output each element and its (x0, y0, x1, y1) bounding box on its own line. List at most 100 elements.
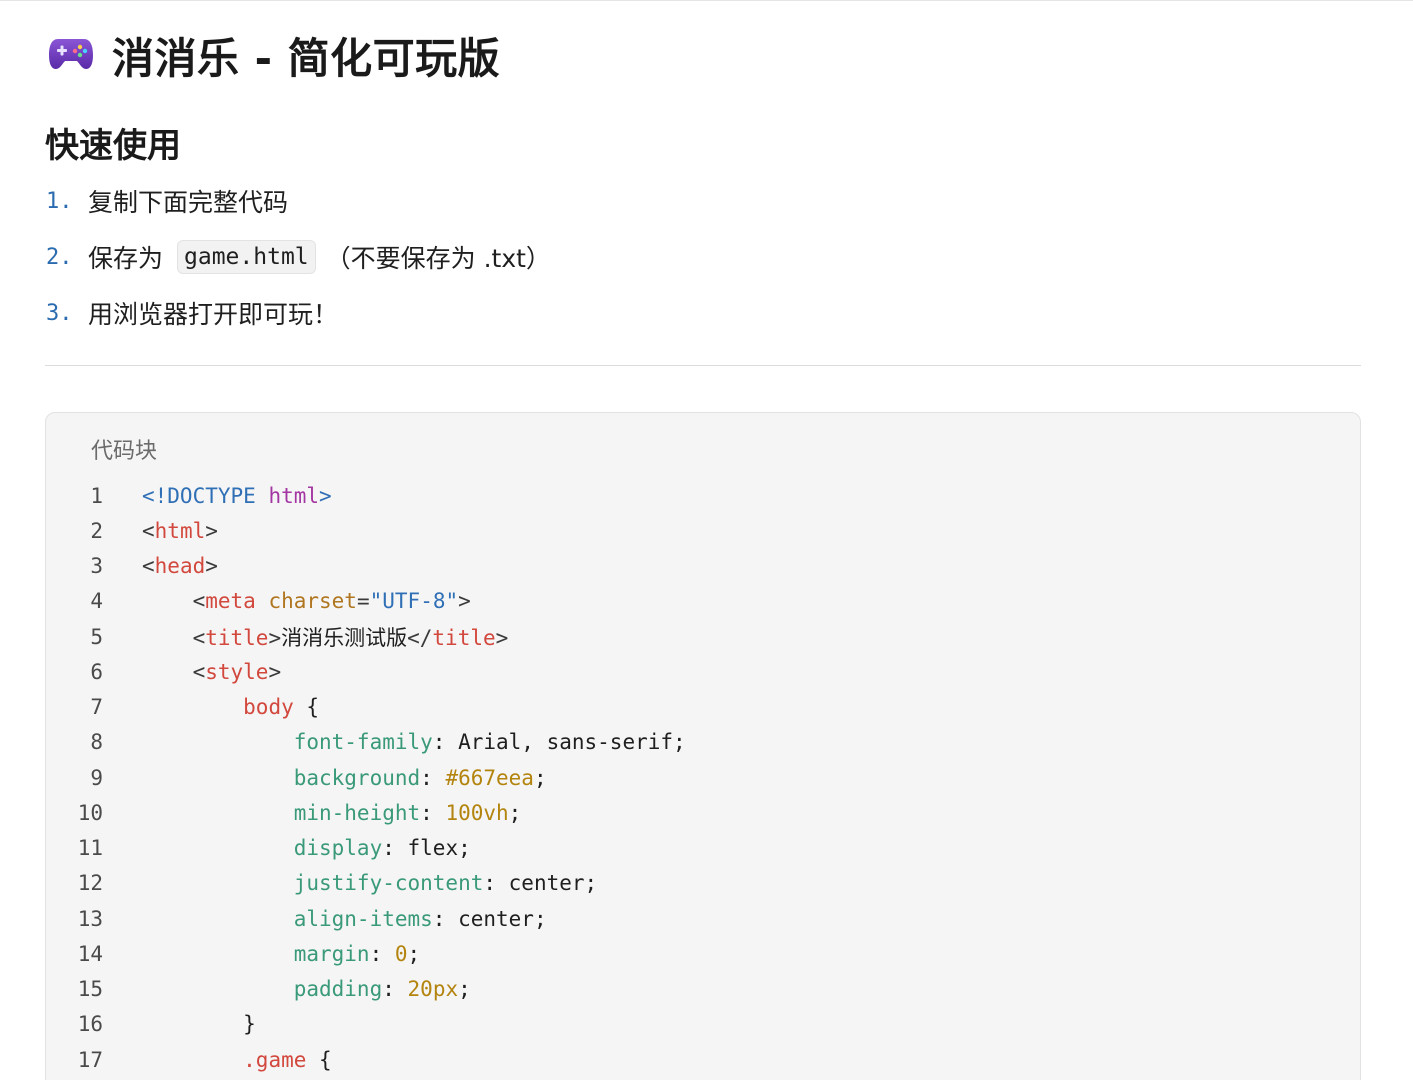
code-token: ; (407, 941, 421, 966)
code-token: charset (268, 589, 357, 614)
code-text: display: flex; (142, 836, 471, 860)
section-heading: 快速使用 (45, 126, 181, 166)
line-number: 5 (90, 624, 103, 649)
code-token: { (306, 1047, 332, 1072)
code-text: font-family: Arial, sans-serif; (142, 730, 686, 754)
code-line: 12 justify-content: center; (46, 866, 1360, 901)
code-text: <meta charset="UTF-8"> (142, 589, 471, 613)
code-line: 14 margin: 0; (46, 936, 1360, 971)
code-token: > (458, 589, 471, 614)
divider (45, 365, 1361, 366)
code-token: font-family (293, 730, 433, 755)
line-number: 14 (77, 941, 103, 966)
step-text: 保存为 (88, 244, 164, 273)
code-token: style (205, 659, 269, 684)
step-number: 3. (46, 300, 73, 326)
line-number: 4 (90, 589, 103, 614)
code-token: < (192, 589, 206, 614)
code-token: > (319, 483, 332, 508)
code-token: padding (293, 977, 383, 1002)
line-number: 8 (90, 730, 103, 755)
code-token: : Arial, sans-serif; (432, 730, 686, 755)
code-text: align-items: center; (142, 907, 547, 931)
code-token: > (205, 518, 218, 543)
code-line: 15 padding: 20px; (46, 972, 1360, 1007)
code-text: margin: 0; (142, 942, 420, 966)
game-controller-icon (48, 35, 94, 75)
code-token: : (420, 800, 446, 825)
code-text: .game { (142, 1048, 332, 1072)
code-line: 10 min-height: 100vh; (46, 795, 1360, 830)
code-token: : center; (483, 871, 598, 896)
code-block[interactable]: 代码块 1 <!DOCTYPE html> 2 <html> 3 <head> 4 <met… (45, 412, 1361, 1080)
line-number: 13 (77, 906, 103, 931)
code-token: : (382, 977, 408, 1002)
code-token: > (268, 625, 282, 650)
code-token: = (356, 589, 370, 614)
code-text: justify-content: center; (142, 871, 597, 895)
code-token: meta (205, 589, 269, 614)
code-text: padding: 20px; (142, 977, 471, 1001)
code-token: "UTF-8" (369, 589, 459, 614)
code-token: <!DOCTYPE (142, 483, 269, 508)
step-item: 3. 用浏览器打开即可玩！ (46, 292, 551, 334)
step-number: 2. (46, 244, 73, 270)
code-line: 8 font-family: Arial, sans-serif; (46, 725, 1360, 760)
code-token: title (205, 625, 269, 650)
line-number: 7 (90, 695, 103, 720)
steps-list: 1. 复制下面完整代码 2. 保存为 game.html （不要保存为 .txt… (46, 180, 551, 348)
line-number: 6 (90, 659, 103, 684)
line-number: 1 (90, 483, 103, 508)
code-token: > (268, 659, 282, 684)
code-text: background: #667eea; (142, 766, 547, 790)
code-line: 4 <meta charset="UTF-8"> (46, 584, 1360, 619)
code-line: 3 <head> (46, 549, 1360, 584)
step-item: 2. 保存为 game.html （不要保存为 .txt） (46, 236, 551, 278)
code-line: 13 align-items: center; (46, 901, 1360, 936)
code-token: > (205, 554, 218, 579)
title-row: 消消乐 - 简化可玩版 (48, 26, 500, 84)
line-number: 16 (77, 1012, 103, 1037)
step-text-note: （不要保存为 .txt） (325, 244, 551, 273)
code-token: head (154, 554, 206, 579)
code-text: <!DOCTYPE html> (142, 484, 332, 508)
line-number: 11 (77, 836, 103, 861)
line-number: 9 (90, 765, 103, 790)
inline-code-filename: game.html (177, 240, 316, 274)
line-number: 3 (90, 554, 103, 579)
code-token: ; (533, 765, 547, 790)
step-text: 用浏览器打开即可玩！ (88, 300, 339, 329)
code-text: <title>消消乐测试版</title> (142, 622, 509, 652)
code-token: < (192, 625, 206, 650)
step-text: 复制下面完整代码 (88, 188, 289, 217)
code-token: 0 (394, 941, 408, 966)
code-text: <html> (142, 519, 218, 543)
code-text: } (142, 1012, 256, 1036)
code-token: body (243, 695, 294, 720)
code-token: > (495, 625, 509, 650)
code-token: html (154, 518, 206, 543)
code-token: title (432, 625, 496, 650)
step-number: 1. (46, 188, 73, 214)
code-token: : (420, 765, 446, 790)
code-token: display (293, 836, 383, 861)
code-block-label: 代码块 (91, 439, 158, 464)
code-text: <head> (142, 554, 218, 578)
line-number: 10 (77, 800, 103, 825)
code-token: ; (508, 800, 522, 825)
code-line: 6 <style> (46, 654, 1360, 689)
code-line: 17 .game { (46, 1042, 1360, 1077)
code-token: 100vh (445, 800, 509, 825)
code-line: 11 display: flex; (46, 831, 1360, 866)
code-token: #667eea (445, 765, 534, 790)
